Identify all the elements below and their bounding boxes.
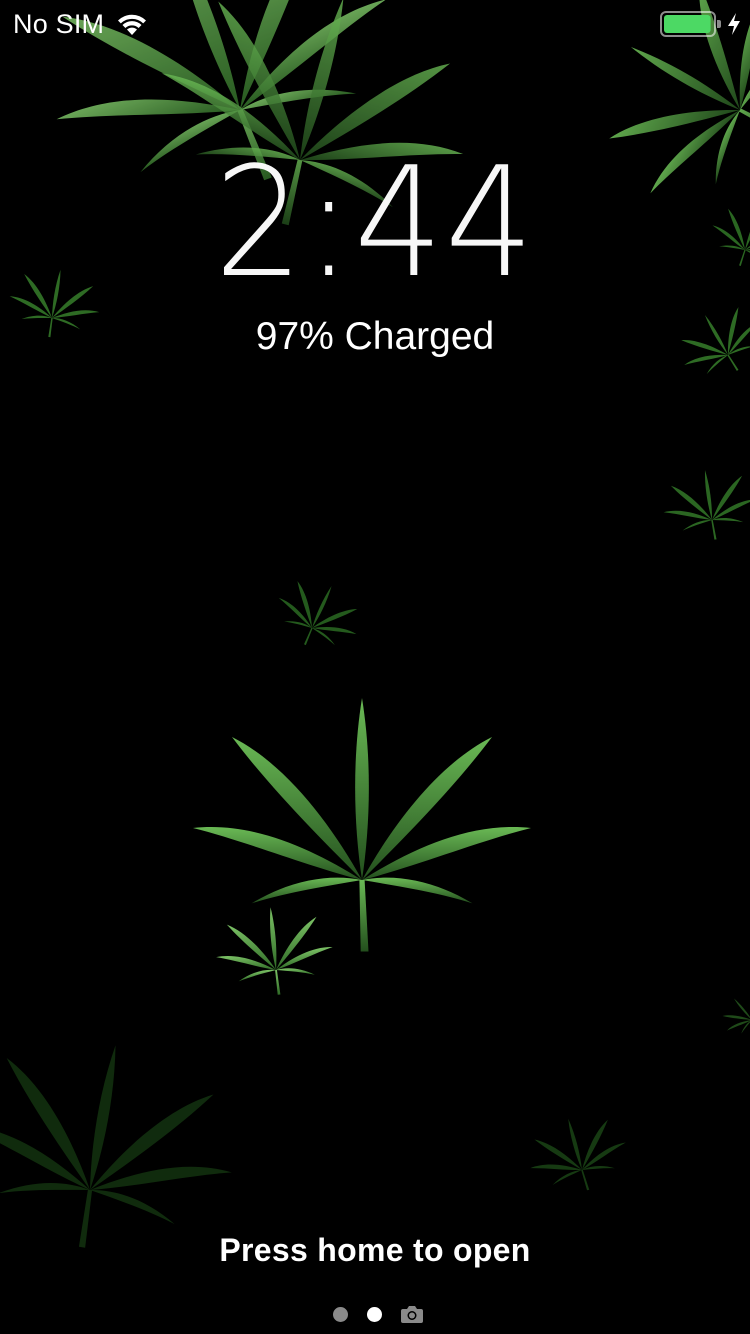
page-indicator[interactable] [0, 1302, 750, 1326]
camera-icon[interactable] [400, 1304, 424, 1324]
page-dot[interactable] [333, 1307, 348, 1322]
carrier-label: No SIM [13, 9, 105, 39]
clock-time: 2:44 [214, 134, 536, 311]
clock: 2:44 [30, 138, 720, 308]
page-dot-active[interactable] [367, 1307, 382, 1322]
bolt-icon [728, 13, 740, 35]
status-bar: No SIM [0, 0, 750, 48]
lock-screen[interactable]: No SIM 2:44 97% Charged Press home to op… [0, 0, 750, 1334]
wifi-icon [118, 14, 146, 35]
battery-icon [660, 11, 721, 37]
charge-status: 97% Charged [255, 315, 495, 358]
unlock-prompt: Press home to open [219, 1232, 531, 1268]
